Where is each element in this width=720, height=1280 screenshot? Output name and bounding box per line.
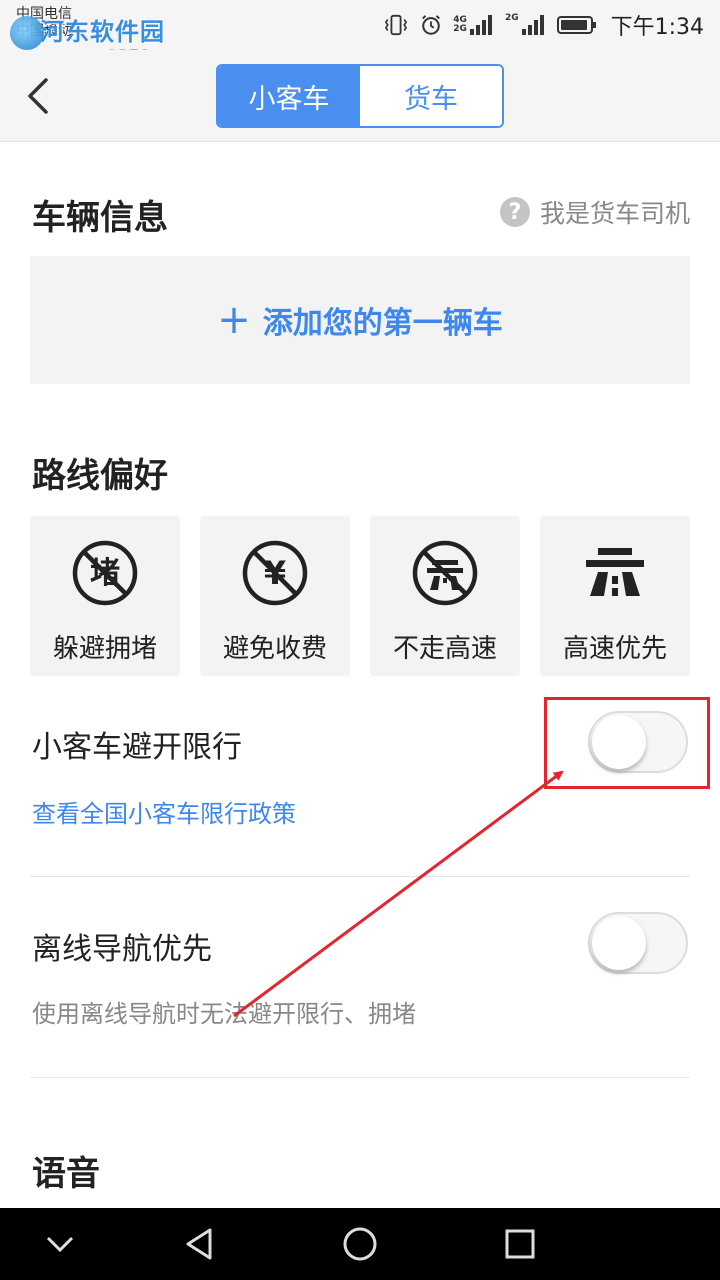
annotation-highlight-box [544, 697, 710, 789]
signal-group-2: 2G [505, 14, 547, 36]
pref-label: 避免收费 [222, 634, 327, 664]
alarm-icon [422, 15, 441, 35]
pref-label: 不走高速 [392, 634, 497, 664]
system-navigation-bar [0, 1208, 720, 1280]
restriction-policy-link[interactable]: 查看全国小客车限行政策 [32, 794, 296, 829]
route-preference-title: 路线偏好 [32, 456, 168, 496]
nav-recents-icon[interactable] [500, 1224, 540, 1264]
status-bar: 中国电信 中国移动 河东软件园 www.pc0359.cn 4G2G [0, 0, 720, 65]
offline-navigation-note: 使用离线导航时无法避开限行、拥堵 [32, 1000, 416, 1028]
pref-highway-first[interactable]: 高速优先 [540, 516, 690, 676]
tab-car[interactable]: 小客车 [218, 66, 360, 126]
plus-icon: + [217, 297, 251, 343]
network-type-1: 4G 2G [453, 15, 467, 34]
pref-label: 躲避拥堵 [52, 634, 157, 664]
watermark-title: 河东软件园 [40, 17, 165, 46]
highway-icon [586, 548, 644, 596]
add-vehicle-button[interactable]: + 添加您的第一辆车 [30, 256, 690, 384]
clock: 下午1:34 [610, 15, 704, 40]
pref-label: 高速优先 [562, 634, 667, 664]
truck-driver-label: 我是货车司机 [539, 199, 690, 228]
vehicle-info-title: 车辆信息 [32, 198, 168, 238]
avoid-restriction-label: 小客车避开限行 [32, 730, 242, 765]
no-congestion-icon: 堵 [72, 540, 138, 606]
nav-home-icon[interactable] [340, 1224, 380, 1264]
pref-avoid-congestion[interactable]: 堵 躲避拥堵 [30, 516, 180, 676]
toggle-knob [592, 916, 646, 970]
network-type-2: 2G [504, 13, 519, 23]
signal-icon [469, 15, 492, 35]
pref-avoid-toll[interactable]: ¥ 避免收费 [200, 516, 350, 676]
nav-back-icon[interactable] [180, 1224, 220, 1264]
pref-no-highway[interactable]: 不走高速 [370, 516, 520, 676]
divider [30, 1077, 690, 1078]
truck-driver-link[interactable]: ? 我是货车司机 [499, 194, 690, 230]
battery-icon [556, 16, 596, 34]
offline-navigation-label: 离线导航优先 [32, 932, 212, 967]
vibrate-icon [385, 14, 408, 36]
signal-icon-2 [521, 15, 544, 35]
no-highway-icon [412, 540, 478, 606]
back-arrow-icon[interactable] [22, 76, 58, 116]
offline-navigation-toggle[interactable] [588, 912, 688, 974]
voice-title: 语音 [32, 1154, 100, 1194]
help-icon: ? [499, 197, 530, 227]
no-toll-icon: ¥ [242, 540, 308, 606]
route-preference-options: 堵 躲避拥堵 ¥ 避免收费 不走高速 [30, 516, 690, 676]
top-bar: 小客车 货车 [0, 50, 720, 142]
watermark-logo-icon [10, 16, 44, 50]
chevron-down-icon[interactable] [40, 1224, 80, 1264]
vehicle-type-switch: 小客车 货车 [216, 64, 504, 128]
divider [30, 876, 690, 877]
add-vehicle-label: 添加您的第一辆车 [262, 306, 503, 341]
signal-group-1: 4G 2G [453, 14, 495, 36]
system-icons: 4G 2G 2G 下午1:34 [383, 10, 704, 40]
tab-truck[interactable]: 货车 [360, 66, 502, 126]
screen: 中国电信 中国移动 河东软件园 www.pc0359.cn 4G2G [0, 0, 720, 1280]
